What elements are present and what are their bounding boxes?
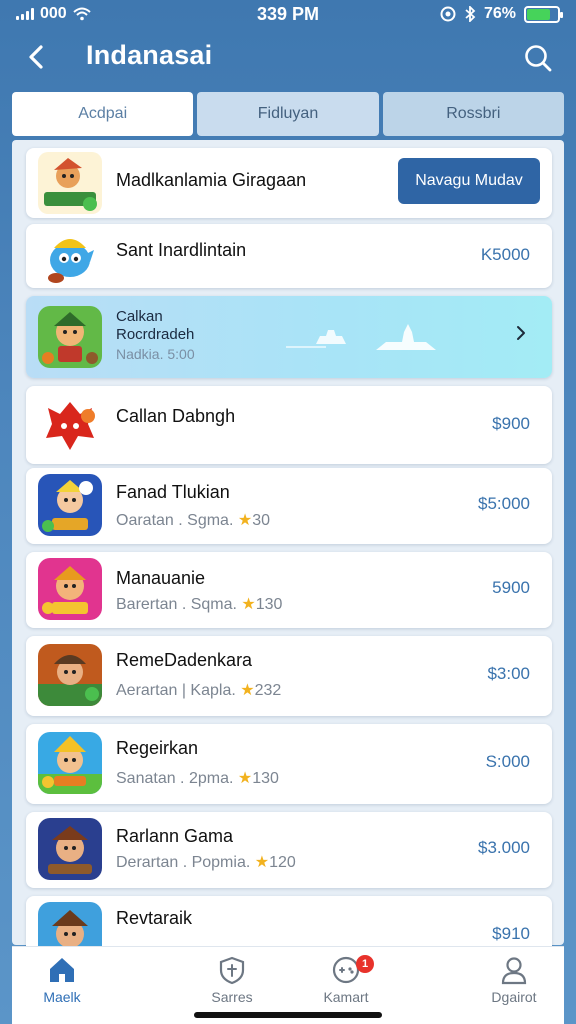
location-icon bbox=[440, 6, 456, 22]
nav-kamart[interactable]: 1 Kamart bbox=[296, 955, 396, 1019]
star-icon: ★ bbox=[237, 770, 253, 787]
list-item[interactable]: Manauanie Barertan . Sqma. ★130 5900 bbox=[26, 552, 552, 628]
bluetooth-icon bbox=[465, 6, 476, 22]
game-thumbnail bbox=[46, 402, 95, 450]
profile-icon bbox=[501, 957, 527, 985]
item-meta-text: Aerartan | Kapla. bbox=[116, 682, 241, 699]
game-list: Madlkanlamia Giragaan Navagu Mudav Sant … bbox=[12, 140, 564, 964]
featured-title-line1: Calkan bbox=[116, 308, 163, 325]
item-title: Revtaraik bbox=[116, 908, 193, 928]
tab-acdpai[interactable]: Acdpai bbox=[12, 92, 194, 136]
page-title: Indanasai bbox=[86, 40, 213, 70]
featured-title: Calkan Rocrdradeh bbox=[116, 308, 194, 344]
featured-card[interactable]: Calkan Rocrdradeh Nadkia. 5:00 bbox=[26, 296, 552, 378]
list-item[interactable]: Callan Dabngh $900 bbox=[26, 386, 552, 464]
item-rating: 232 bbox=[254, 682, 282, 699]
game-thumbnail bbox=[38, 306, 102, 368]
list-item[interactable]: Fanad Tlukian Oaratan . Sgma. ★30 $5:000 bbox=[26, 468, 552, 544]
item-rating: 120 bbox=[269, 854, 296, 871]
item-price: 5900 bbox=[492, 578, 530, 597]
game-thumbnail bbox=[38, 732, 102, 794]
nav-sarres[interactable]: Sarres bbox=[182, 955, 282, 1019]
list-item[interactable]: Regeirkan Sanatan . 2pma. ★130 S:000 bbox=[26, 724, 552, 804]
list-item[interactable]: RemeDadenkara Aerartan | Kapla. ★232 $3:… bbox=[26, 636, 552, 716]
item-meta-text: Barertan . Sqma. bbox=[116, 596, 242, 613]
promo-title: Madlkanlamia Giragaan bbox=[116, 170, 307, 190]
nav-home-label: Maelk bbox=[43, 989, 81, 1005]
item-price: K5000 bbox=[480, 245, 530, 264]
item-meta: Aerartan | Kapla. ★232 bbox=[116, 680, 281, 700]
promo-action-button[interactable]: Navagu Mudav bbox=[398, 158, 540, 204]
item-meta: Barertan . Sqma. ★130 bbox=[116, 594, 282, 614]
game-thumbnail bbox=[38, 644, 102, 706]
tab-bar: Acdpai Fidluyan Rossbri bbox=[12, 92, 564, 136]
status-bar: 000 339 PM 76% bbox=[0, 0, 576, 30]
game-thumbnail bbox=[38, 558, 102, 620]
item-title: Rarlann Gama bbox=[116, 826, 234, 846]
home-icon bbox=[50, 958, 74, 982]
item-title: Fanad Tlukian bbox=[116, 482, 230, 502]
nav-profile-label: Dgairot bbox=[491, 989, 537, 1005]
shield-icon bbox=[219, 956, 245, 985]
item-title: RemeDadenkara bbox=[116, 650, 253, 670]
promo-card[interactable]: Madlkanlamia Giragaan Navagu Mudav bbox=[26, 148, 552, 218]
item-meta: Derartan . Popmia. ★120 bbox=[116, 852, 296, 872]
item-title: Regeirkan bbox=[116, 738, 199, 758]
game-thumbnail bbox=[38, 818, 102, 880]
nav-sarres-label: Sarres bbox=[211, 989, 253, 1005]
featured-title-line2: Rocrdradeh bbox=[116, 326, 195, 343]
item-meta-text: Sanatan . 2pma. bbox=[116, 770, 238, 787]
game-thumbnail bbox=[48, 239, 94, 283]
tab-fidluyan[interactable]: Fidluyan bbox=[197, 92, 379, 136]
item-meta-text: Derartan . Popmia. bbox=[116, 854, 255, 871]
item-price: $900 bbox=[492, 414, 530, 433]
item-title: Manauanie bbox=[116, 568, 206, 588]
app-header: Indanasai bbox=[0, 30, 576, 88]
star-icon: ★ bbox=[240, 682, 255, 699]
item-rating: 130 bbox=[255, 596, 283, 613]
nav-profile[interactable]: Dgairot bbox=[464, 955, 564, 1019]
home-indicator bbox=[194, 1012, 382, 1018]
list-item[interactable]: Rarlann Gama Derartan . Popmia. ★120 $3.… bbox=[26, 812, 552, 888]
game-thumbnail bbox=[38, 474, 102, 536]
item-meta-text: Oaratan . Sgma. bbox=[116, 512, 238, 529]
item-price: $910 bbox=[492, 924, 530, 943]
search-icon[interactable] bbox=[522, 42, 554, 74]
nav-kamart-label: Kamart bbox=[323, 989, 369, 1005]
item-title: Sant Inardlintain bbox=[116, 240, 247, 260]
star-icon: ★ bbox=[254, 854, 270, 871]
back-arrow-icon[interactable] bbox=[22, 42, 52, 72]
list-item[interactable]: Sant Inardlintain K5000 bbox=[26, 224, 552, 288]
item-price: $5:000 bbox=[478, 494, 530, 513]
chevron-right-icon[interactable] bbox=[514, 324, 528, 342]
item-meta: Sanatan . 2pma. ★130 bbox=[116, 768, 279, 788]
item-price: S:000 bbox=[485, 752, 530, 771]
item-rating: 30 bbox=[252, 512, 270, 529]
tab-rossbri[interactable]: Rossbri bbox=[382, 92, 564, 136]
featured-banner-art bbox=[286, 324, 436, 350]
item-title: Callan Dabngh bbox=[116, 406, 236, 426]
item-meta: Oaratan . Sgma. ★30 bbox=[116, 510, 270, 530]
featured-meta: Nadkia. 5:00 bbox=[116, 346, 195, 362]
item-rating: 130 bbox=[252, 770, 279, 787]
battery-percent: 76% bbox=[483, 5, 516, 22]
status-right: 76% bbox=[440, 5, 563, 23]
item-price: $3.000 bbox=[478, 838, 530, 857]
star-icon: ★ bbox=[241, 596, 256, 613]
game-thumbnail bbox=[38, 152, 102, 214]
battery-icon bbox=[524, 5, 563, 23]
item-price: $3:00 bbox=[487, 664, 530, 683]
star-icon: ★ bbox=[237, 512, 253, 529]
notification-badge: 1 bbox=[356, 955, 374, 973]
nav-home[interactable]: Maelk bbox=[12, 955, 112, 1019]
